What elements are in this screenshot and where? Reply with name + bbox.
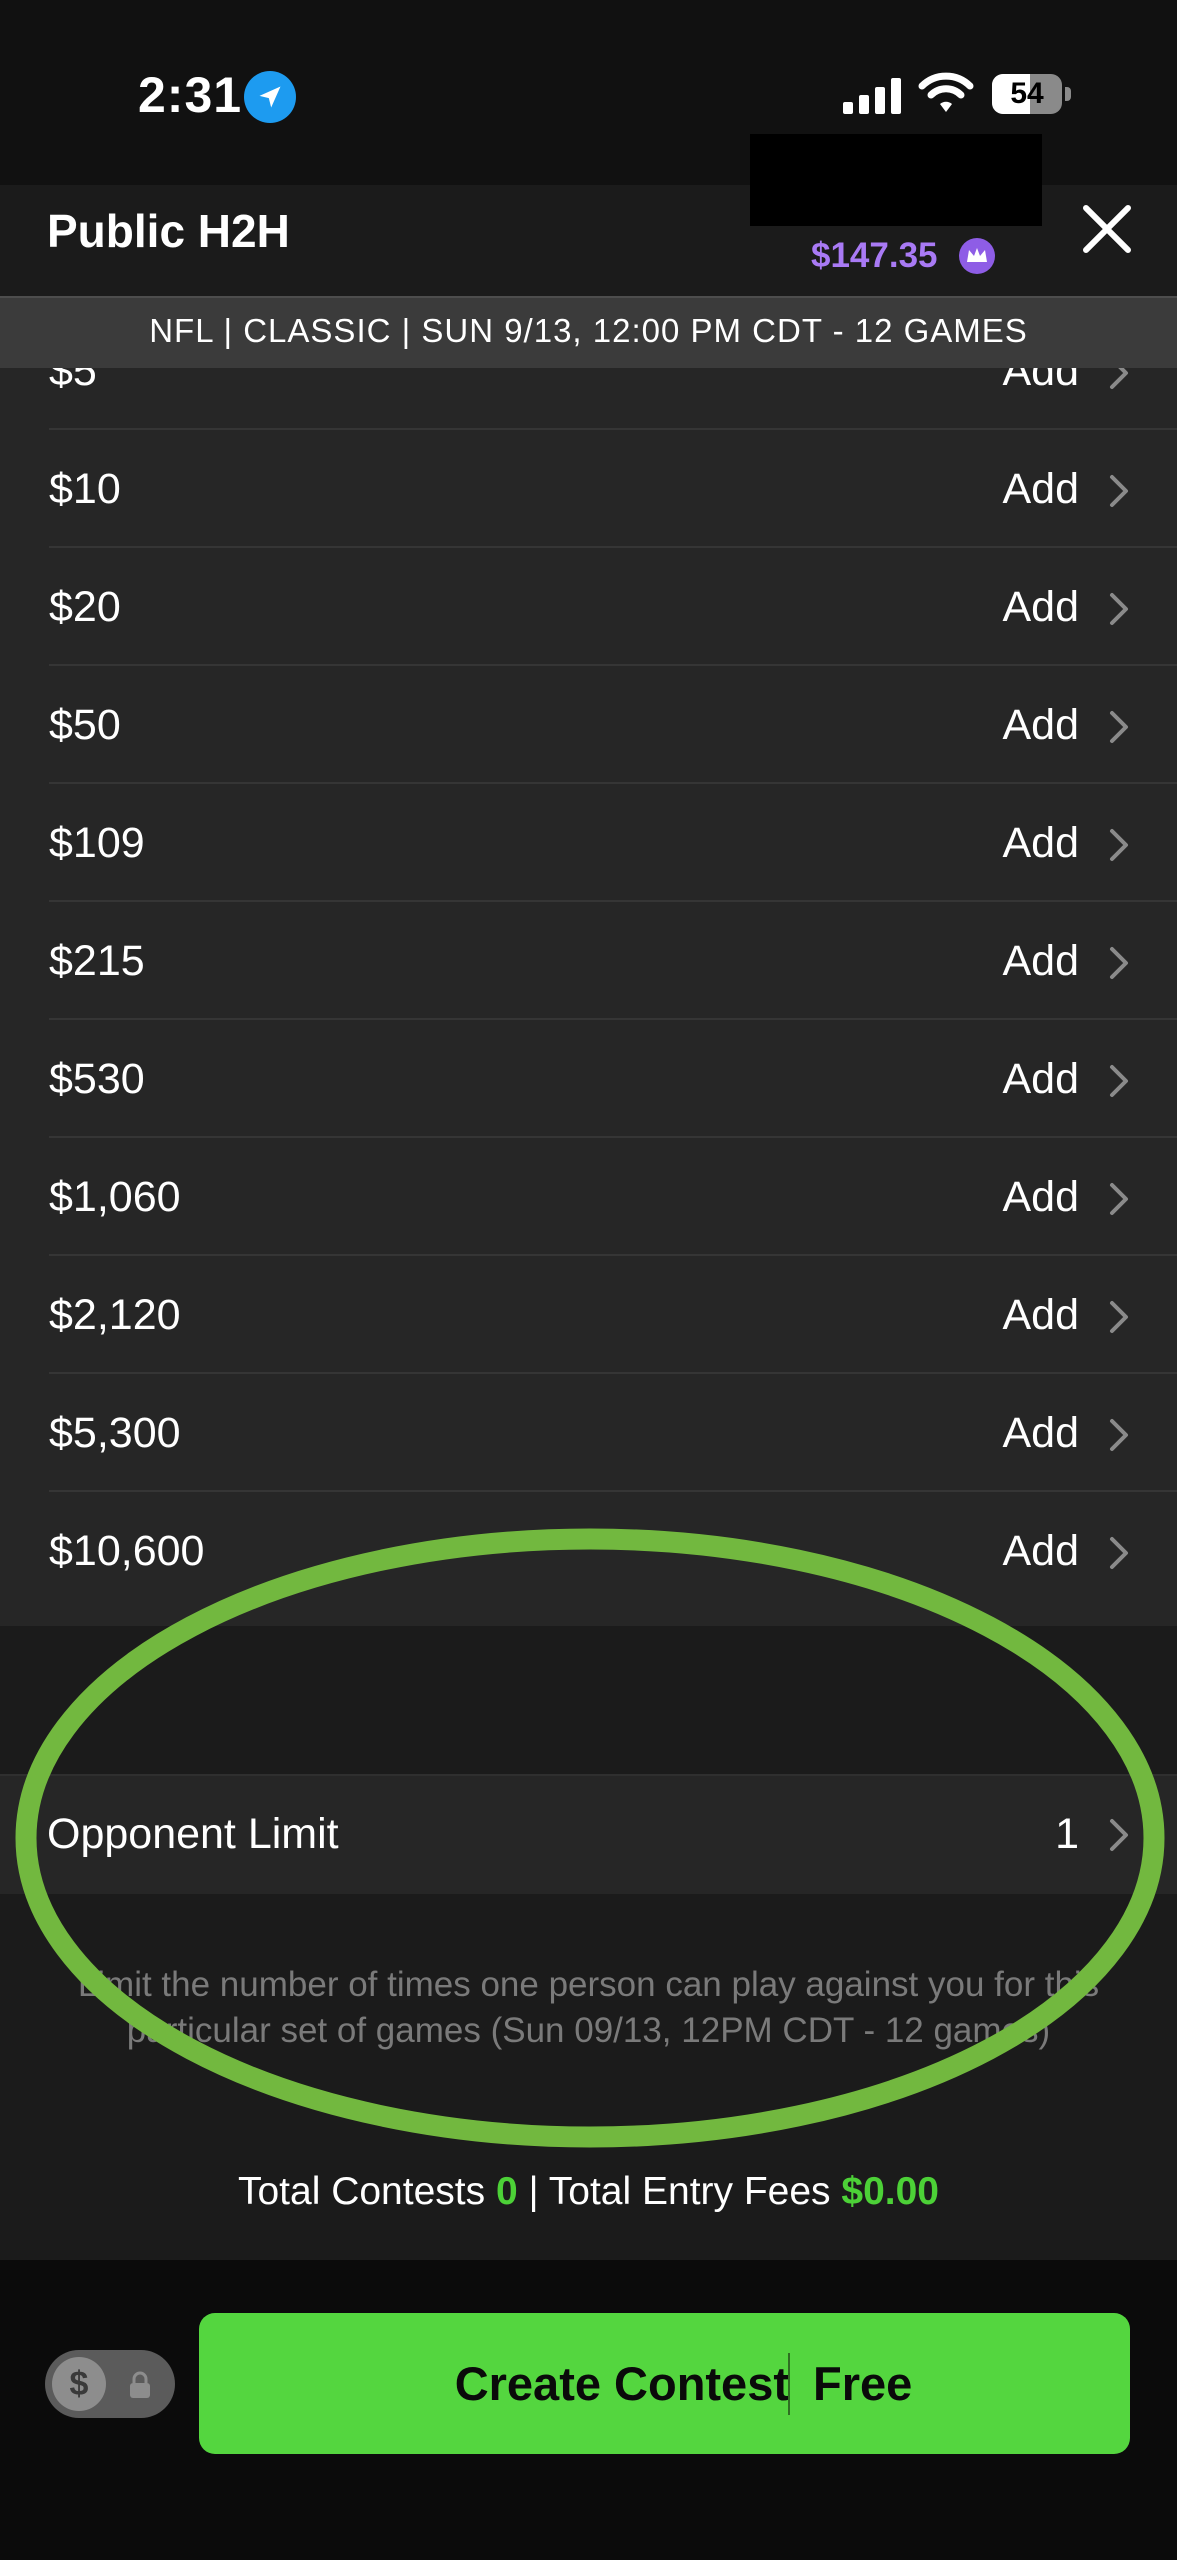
dollar-lock-toggle[interactable]: $ [45, 2350, 175, 2418]
chevron-right-icon [1108, 1299, 1130, 1340]
chevron-right-icon [1108, 473, 1130, 514]
opponent-limit-label: Opponent Limit [47, 1810, 339, 1858]
button-divider [788, 2353, 790, 2415]
opponent-limit-row[interactable]: Opponent Limit 1 [0, 1774, 1177, 1894]
entry-fee-row[interactable]: $215 Add [0, 902, 1177, 1020]
add-entry-button[interactable]: Add [1002, 368, 1079, 430]
entry-fee-row[interactable]: $10,600 Add [0, 1492, 1177, 1610]
chevron-right-icon [1108, 368, 1130, 396]
entry-fee-amount: $2,120 [49, 1291, 181, 1339]
entry-fee-row[interactable]: $530 Add [0, 1020, 1177, 1138]
create-contest-price: Free [813, 2357, 913, 2410]
status-time: 2:31 [138, 67, 243, 123]
chevron-right-icon [1108, 827, 1130, 868]
crown-icon [959, 238, 995, 274]
add-entry-button[interactable]: Add [1002, 1256, 1079, 1374]
entry-fee-row[interactable]: $5 Add [0, 368, 1177, 430]
entry-fee-amount: $1,060 [49, 1173, 181, 1221]
entry-fee-amount: $10,600 [49, 1527, 205, 1575]
toggle-knob: $ [52, 2357, 106, 2411]
opponent-limit-value: 1 [1055, 1810, 1079, 1858]
add-entry-button[interactable]: Add [1002, 548, 1079, 666]
entry-fee-row[interactable]: $5,300 Add [0, 1374, 1177, 1492]
account-balance[interactable]: $147.35 [811, 236, 938, 276]
add-entry-button[interactable]: Add [1002, 1138, 1079, 1256]
location-arrow-icon [244, 71, 296, 123]
chevron-right-icon [1108, 591, 1130, 632]
opponent-limit-help: Limit the number of times one person can… [77, 1965, 1100, 2050]
add-entry-button[interactable]: Add [1002, 666, 1079, 784]
redacted-area [750, 134, 1042, 226]
entry-fee-amount: $5,300 [49, 1409, 181, 1457]
entry-fee-row[interactable]: $109 Add [0, 784, 1177, 902]
add-entry-button[interactable]: Add [1002, 784, 1079, 902]
add-entry-button[interactable]: Add [1002, 1374, 1079, 1492]
cellular-signal-icon [843, 78, 903, 119]
add-entry-button[interactable]: Add [1002, 902, 1079, 1020]
entry-fee-row[interactable]: $1,060 Add [0, 1138, 1177, 1256]
entry-fee-row[interactable]: $10 Add [0, 430, 1177, 548]
add-entry-button[interactable]: Add [1002, 1492, 1079, 1610]
total-contests-value: 0 [495, 2170, 518, 2213]
entry-fee-row[interactable]: $50 Add [0, 666, 1177, 784]
create-contest-label: Create Contest [454, 2357, 789, 2410]
add-entry-button[interactable]: Add [1002, 430, 1079, 548]
chevron-right-icon [1108, 1817, 1130, 1858]
entry-fee-row[interactable]: $20 Add [0, 548, 1177, 666]
entry-fee-amount: $50 [49, 701, 121, 749]
entry-fee-amount: $109 [49, 819, 145, 867]
entry-fee-row[interactable]: $2,120 Add [0, 1256, 1177, 1374]
entry-fee-list: $5 Add $10 Add $20 Add $50 Add $109 Add $215 Add $53… [0, 368, 1177, 1626]
close-icon[interactable] [1078, 200, 1136, 258]
slate-info-bar: NFL | CLASSIC | SUN 9/13, 12:00 PM CDT -… [0, 296, 1177, 368]
chevron-right-icon [1108, 1063, 1130, 1104]
entry-fee-amount: $20 [49, 583, 121, 631]
entry-fee-amount: $215 [49, 937, 145, 985]
chevron-right-icon [1108, 709, 1130, 750]
battery-level: 54 [1010, 77, 1044, 110]
totals-summary: Total Contests 0 | Total Entry Fees $0.0… [0, 2164, 1177, 2220]
total-contests-label: Total Contests [237, 2170, 486, 2213]
add-entry-button[interactable]: Add [1002, 1020, 1079, 1138]
entry-fee-amount: $10 [49, 465, 121, 513]
entry-fee-amount: $530 [49, 1055, 145, 1103]
total-fees-value: $0.00 [841, 2170, 940, 2213]
chevron-right-icon [1108, 1417, 1130, 1458]
total-fees-label: Total Entry Fees [548, 2170, 831, 2213]
lock-icon [127, 2370, 153, 2405]
status-bar: 2:31 54 Public H2H $147.35 [0, 0, 1177, 275]
entry-fee-amount: $5 [49, 368, 97, 395]
totals-separator: | [528, 2170, 539, 2213]
chevron-right-icon [1108, 945, 1130, 986]
section-spacer [0, 1626, 1177, 1774]
chevron-right-icon [1108, 1181, 1130, 1222]
wifi-icon [918, 72, 974, 119]
page-title: Public H2H [47, 205, 290, 257]
create-contest-button[interactable]: Create Contest Free [199, 2313, 1130, 2454]
chevron-right-icon [1108, 1535, 1130, 1576]
battery-indicator: 54 [992, 74, 1071, 114]
